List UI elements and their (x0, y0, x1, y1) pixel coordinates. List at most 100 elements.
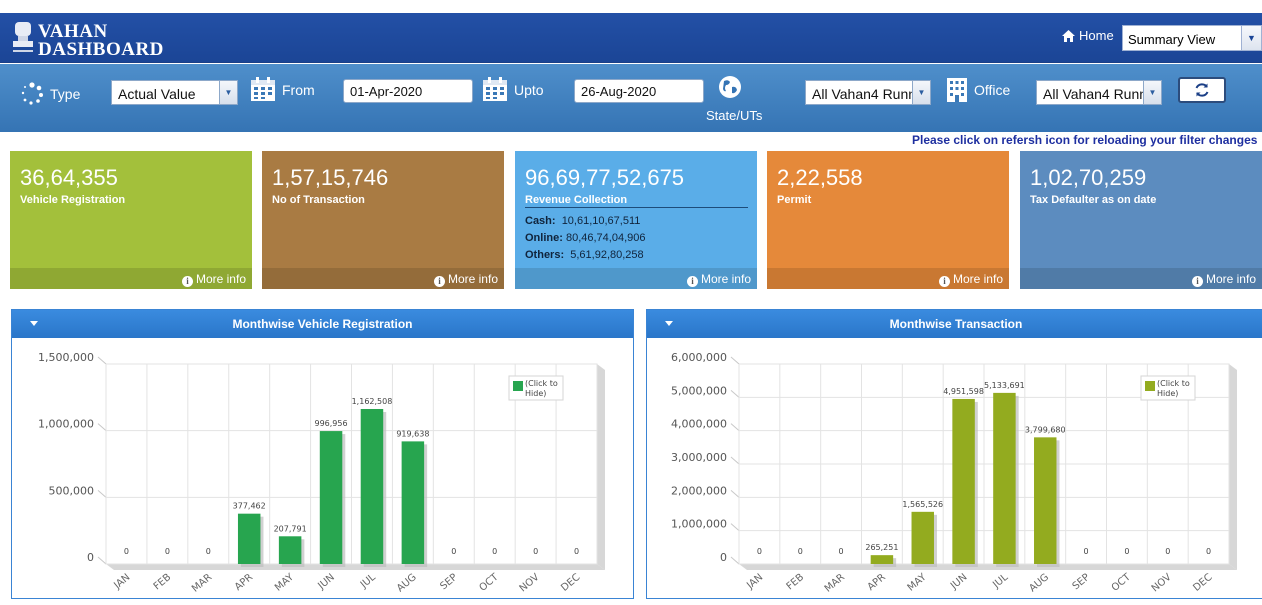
tile-value: 2,22,558 (777, 165, 863, 190)
y-tick-label: 1,000,000 (671, 518, 727, 531)
view-select[interactable]: Summary View ▼ (1122, 25, 1262, 51)
tile-permit[interactable]: 2,22,558 Permit i More info (767, 151, 1009, 289)
tick-mark (97, 423, 107, 432)
tile-label: Revenue Collection (525, 194, 628, 206)
office-select[interactable]: All Vahan4 Running Offices ▼ (1036, 80, 1162, 105)
tick-mark (730, 489, 740, 498)
logo-line2: DASHBOARD (38, 39, 164, 60)
tile-revenue[interactable]: 96,69,77,52,675 Revenue Collection Cash:… (515, 151, 757, 289)
x-tick-label: JUN (316, 572, 337, 592)
y-tick-label: 2,000,000 (671, 484, 727, 497)
state-select[interactable]: All Vahan4 Running States (31/36) ▼ (805, 80, 931, 105)
chevron-down-icon: ▼ (219, 81, 237, 104)
upto-label-text: Upto (514, 81, 544, 98)
more-info-link[interactable]: i More info (262, 268, 504, 289)
x-tick-label: MAY (906, 571, 930, 593)
collapse-caret-icon[interactable] (665, 321, 673, 326)
tile-label: Permit (777, 194, 812, 206)
x-tick-label: MAY (273, 571, 297, 593)
collapse-caret-icon[interactable] (30, 321, 38, 326)
transaction-chart: 0 1,000,000 2,000,000 3,000,000 4,000,000 5,0… (671, 351, 1237, 595)
data-label: 207,791 (274, 524, 307, 533)
type-select[interactable]: Actual Value ▼ (111, 80, 238, 105)
bar (993, 392, 1016, 564)
tick-mark (730, 556, 740, 565)
from-filter-label: From (250, 77, 315, 102)
more-info-link[interactable]: i More info (10, 268, 252, 289)
legend-label: Hide) (1157, 389, 1178, 398)
info-icon: i (181, 276, 193, 287)
panel-header[interactable]: Monthwise Vehicle Registration (12, 310, 633, 338)
x-tick-label: MAR (823, 572, 847, 595)
bar (278, 536, 302, 564)
tile-value: 36,64,355 (20, 165, 118, 190)
data-label: 4,951,598 (943, 387, 984, 396)
type-select-value: Actual Value (118, 86, 196, 102)
vahan-logo[interactable]: VAHAN DASHBOARD (6, 16, 176, 60)
x-tick-label: JAN (744, 572, 765, 592)
tile-vehicle-registration[interactable]: 36,64,355 Vehicle Registration i More inf… (10, 151, 252, 289)
y-tick-label: 500,000 (49, 484, 95, 497)
cash-label: Cash: (525, 215, 556, 227)
x-tick-label: SEP (438, 572, 459, 592)
tick-mark (730, 423, 740, 432)
globe-icon-wrap (718, 75, 742, 99)
more-info-text: More info (447, 272, 498, 286)
more-info-link[interactable]: i More info (515, 268, 757, 289)
tile-tax-defaulter[interactable]: 1,02,70,259 Tax Defaulter as on date i Mo… (1020, 151, 1262, 289)
legend-swatch (513, 381, 523, 391)
tick-mark (97, 489, 107, 498)
y-tick-label: 0 (720, 551, 727, 564)
calendar-icon (483, 77, 507, 101)
plot-side-wall (1229, 364, 1237, 570)
x-tick-label: DEC (559, 572, 582, 594)
x-tick-label: JUL (990, 572, 1010, 592)
plot-floor (106, 564, 605, 570)
info-icon: i (433, 276, 445, 287)
bar (237, 513, 261, 564)
divider (525, 207, 748, 208)
bar (870, 555, 894, 564)
data-label: 0 (1206, 547, 1211, 556)
revenue-online: Online: 80,46,74,04,906 (525, 232, 645, 244)
from-label-text: From (282, 81, 315, 98)
more-info-link[interactable]: i More info (1020, 268, 1262, 289)
refresh-button[interactable] (1178, 77, 1226, 103)
panel-header[interactable]: Monthwise Transaction (647, 310, 1262, 338)
data-label: 0 (1124, 547, 1129, 556)
tick-mark (730, 523, 740, 532)
data-label: 0 (1165, 547, 1170, 556)
x-tick-label: SEP (1071, 572, 1092, 592)
home-link[interactable]: Home (1062, 28, 1114, 43)
more-info-text: More info (952, 272, 1003, 286)
from-date-input[interactable]: 01-Apr-2020 (343, 79, 473, 103)
plot-side-wall (597, 364, 605, 570)
data-label: 265,251 (865, 543, 898, 552)
data-label: 0 (574, 547, 579, 556)
y-tick-label: 0 (87, 551, 94, 564)
upto-date-input[interactable]: 26-Aug-2020 (574, 79, 704, 103)
y-tick-label: 6,000,000 (671, 351, 727, 364)
y-tick-label: 1,500,000 (38, 351, 94, 364)
building-icon (947, 78, 967, 102)
data-label: 919,638 (396, 429, 429, 438)
home-icon (1062, 29, 1075, 42)
tile-label: Tax Defaulter as on date (1030, 194, 1157, 206)
data-label: 0 (1084, 547, 1089, 556)
tick-mark (730, 389, 740, 398)
type-label-text: Type (50, 86, 81, 102)
bar (1034, 437, 1057, 564)
globe-icon (719, 76, 741, 98)
more-info-link[interactable]: i More info (767, 268, 1009, 289)
plot-floor (739, 564, 1237, 570)
tick-mark (97, 356, 107, 365)
state-label: State/UTs (706, 108, 763, 123)
y-tick-label: 3,000,000 (671, 451, 727, 464)
x-tick-label: AUG (1027, 572, 1051, 595)
tile-transaction[interactable]: 1,57,15,746 No of Transaction i More info (262, 151, 504, 289)
legend-label: (Click to (525, 379, 558, 388)
x-tick-label: NOV (518, 572, 542, 595)
more-info-text: More info (700, 272, 751, 286)
tile-value: 1,02,70,259 (1030, 165, 1147, 190)
legend-label: Hide) (525, 389, 546, 398)
